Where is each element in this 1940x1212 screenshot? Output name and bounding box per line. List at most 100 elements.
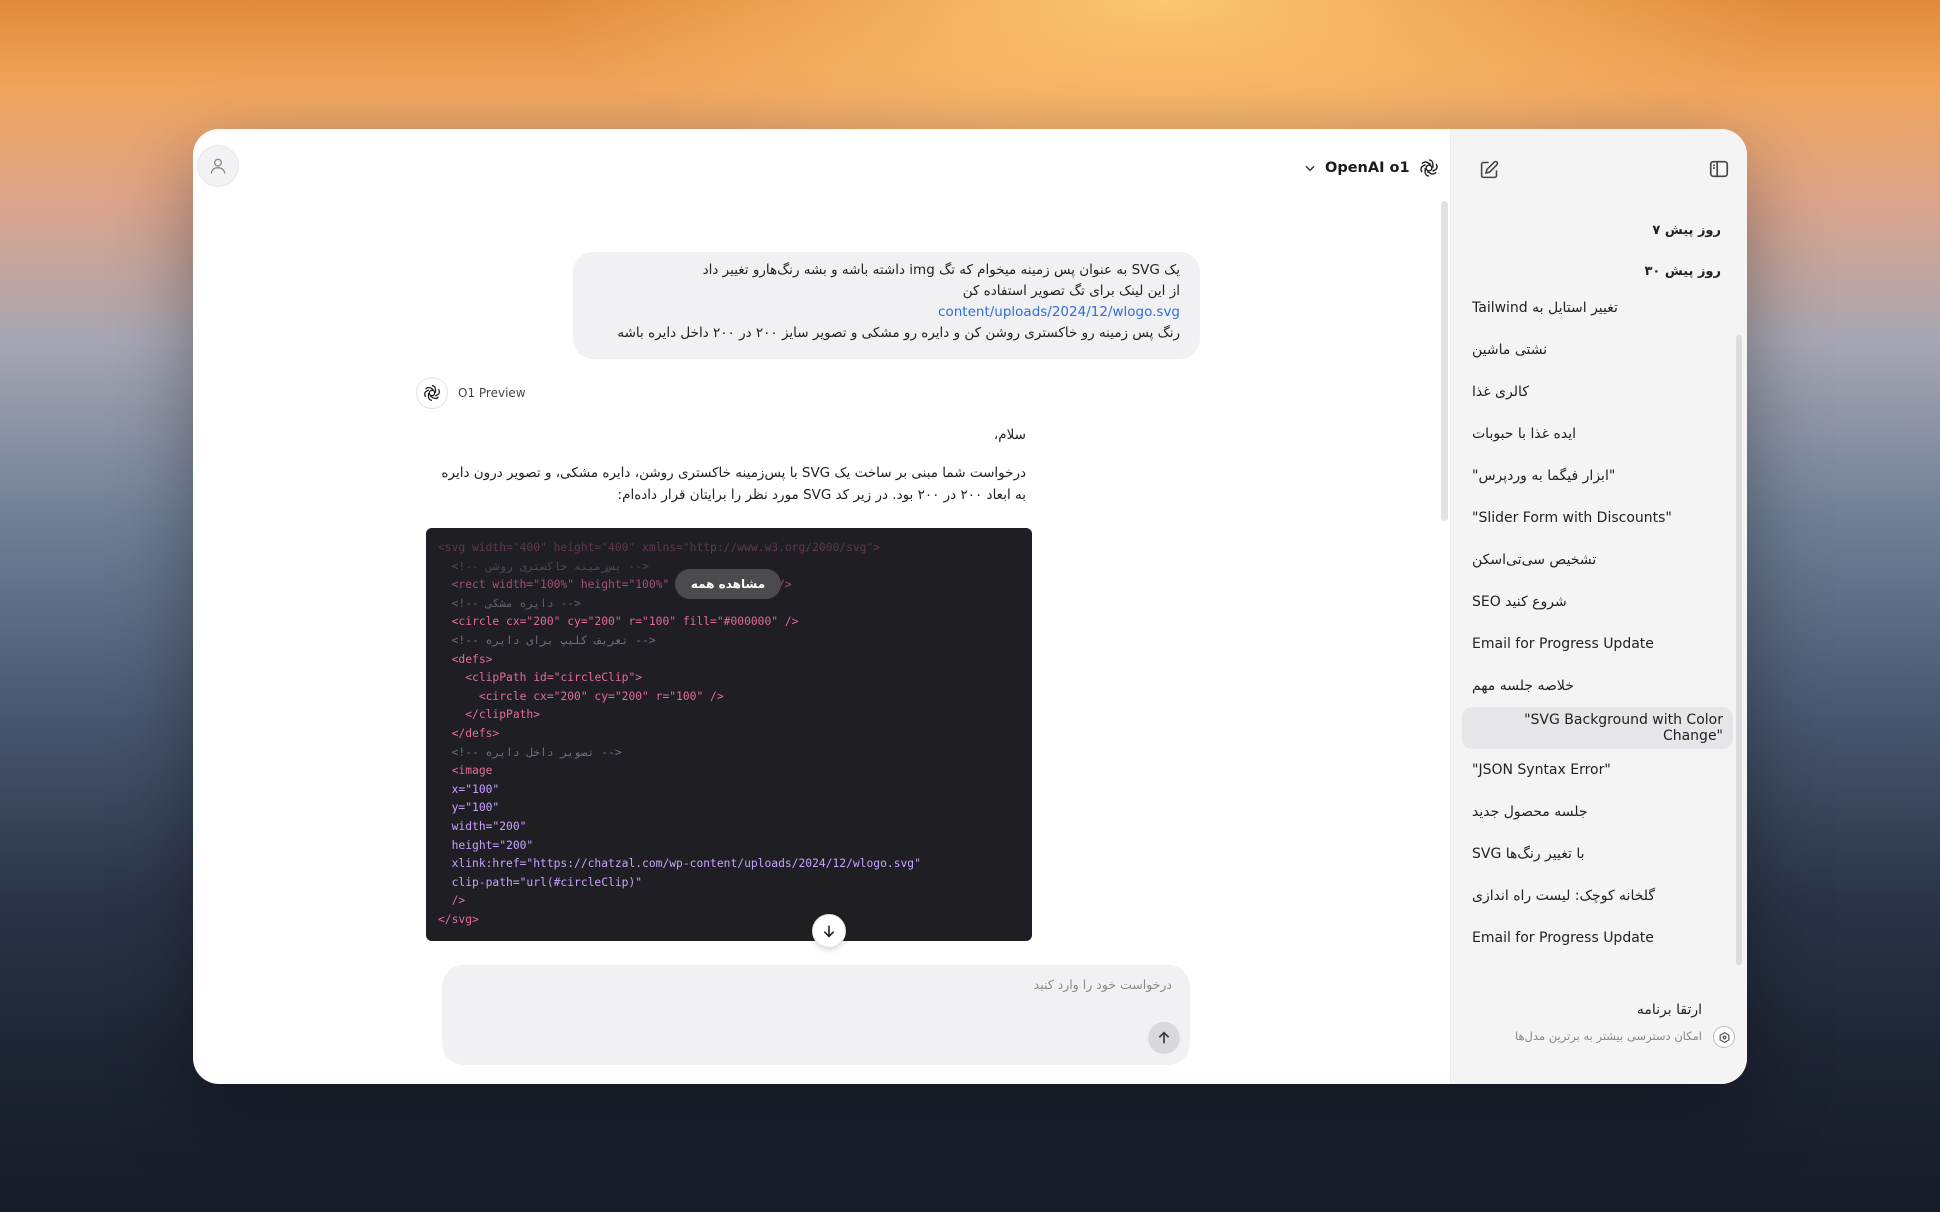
assistant-paragraph: درخواست شما مبنی بر ساخت یک SVG با پس‌زم… [441, 465, 1026, 503]
chat-history-item-label: "ابزار فیگما به وردپرس" [1472, 468, 1616, 484]
prompt-input[interactable] [472, 977, 1172, 992]
sidebar-scrollbar[interactable] [1736, 335, 1742, 965]
scroll-to-bottom-button[interactable] [812, 914, 846, 948]
code-line: height="200" [438, 837, 1020, 856]
chat-history-item-label: ایده غذا با حبوبات [1472, 426, 1576, 442]
code-token: /> [451, 894, 466, 908]
chat-history-item[interactable]: نشتی ماشین [1462, 329, 1733, 371]
chat-history-item-label: جلسه محصول جدید [1472, 804, 1588, 820]
code-line: y="100" [438, 799, 1020, 818]
chat-history-item[interactable]: تشخیص سی‌تی‌اسکن [1462, 539, 1733, 581]
chat-history-item-label: Email for Progress Update [1472, 930, 1654, 946]
chat-history-item[interactable]: جلسه محصول جدید [1462, 791, 1733, 833]
code-token: xlink:href="https://chatzal.com/wp-conte… [451, 857, 921, 871]
upgrade-icon-wrap [1713, 1026, 1735, 1048]
code-token: <clipPath id="circleClip"> [465, 671, 643, 685]
code-token: height="200" [451, 838, 534, 852]
chat-history-item[interactable]: ایده غذا با حبوبات [1462, 413, 1733, 455]
code-line: xlink:href="https://chatzal.com/wp-conte… [438, 855, 1020, 874]
code-token: <!-- تصویر داخل دایره --> [451, 745, 622, 759]
chat-history-item[interactable]: Email for Progress Update [1462, 917, 1733, 959]
code-line: <image [438, 762, 1020, 781]
chat-history-item[interactable]: Email for Progress Update [1462, 623, 1733, 665]
chat-history-item-label: "SVG Background with Color Change" [1524, 712, 1723, 744]
code-token: <image [451, 764, 493, 778]
chat-history-item[interactable]: گلخانه کوچک: لیست راه اندازی [1462, 875, 1733, 917]
code-token: width="200" [451, 819, 527, 833]
upgrade-icon [1719, 1031, 1729, 1043]
send-button[interactable] [1148, 1022, 1180, 1054]
chat-history-item-label: تغییر استایل به Tailwind [1472, 300, 1618, 316]
model-selector[interactable]: OpenAI o1 [1303, 151, 1440, 185]
section-title-7-days: ۷ روز پیش [1652, 223, 1721, 238]
code-line: clip-path="url(#circleClip)" [438, 874, 1020, 893]
section-title-30-days: ۳۰ روز پیش [1644, 264, 1721, 279]
chat-history-item-label: "Slider Form with Discounts" [1472, 510, 1672, 526]
composer [442, 965, 1190, 1065]
code-token: </clipPath> [465, 708, 541, 722]
chat-main-area: OpenAI o1 یک SVG به عنوان پس زمینه میخوا… [193, 129, 1450, 1084]
chevron-down-icon [1305, 165, 1315, 172]
sidebar-toggle-icon [1709, 160, 1729, 178]
assistant-name: O1 Preview [458, 386, 526, 400]
chat-history-item[interactable]: SVG با تغییر رنگ‌ها [1462, 833, 1733, 875]
arrow-down-icon [823, 925, 835, 938]
chat-history-item-label: Email for Progress Update [1472, 636, 1654, 652]
chat-history-item[interactable]: تغییر استایل به Tailwind [1462, 287, 1733, 329]
chat-history-item-label: کالری غذا [1472, 384, 1529, 400]
chat-history-item-label: نشتی ماشین [1472, 342, 1548, 358]
code-token: <defs> [451, 652, 493, 666]
edit-icon [1480, 160, 1498, 178]
code-token: <!-- تعریف کلیپ برای دایره --> [451, 633, 656, 647]
chat-history-item[interactable]: "ابزار فیگما به وردپرس" [1462, 455, 1733, 497]
user-message-link[interactable]: content/uploads/2024/12/wlogo.svg [938, 304, 1180, 320]
chat-history-item[interactable]: "SVG Background with Color Change" [1462, 707, 1733, 749]
chat-scrollbar[interactable] [1441, 201, 1448, 521]
code-line: x="100" [438, 781, 1020, 800]
code-line: </svg> [438, 911, 1020, 930]
chat-history-item-label: SEO شروع کنید [1472, 594, 1567, 610]
sidebar-toggle-button[interactable] [1701, 151, 1737, 187]
chat-history-item-label: تشخیص سی‌تی‌اسکن [1472, 552, 1597, 568]
code-line: width="200" [438, 818, 1020, 837]
chat-history-item-label: "JSON Syntax Error" [1472, 762, 1611, 778]
upgrade-title: ارتقا برنامه [1636, 1002, 1702, 1018]
assistant-greeting: سلام، [993, 427, 1026, 443]
upgrade-plan[interactable]: ارتقا برنامه امکان دسترسی بیشتر به برتری… [1450, 984, 1747, 1084]
code-line: <clipPath id="circleClip"> [438, 669, 1020, 688]
code-line: <defs> [438, 651, 1020, 670]
user-message-line: از این لینک برای تگ تصویر استفاده کن [962, 283, 1180, 299]
chat-history-item[interactable]: SEO شروع کنید [1462, 581, 1733, 623]
assistant-message: سلام، درخواست شما مبنی بر ساخت یک SVG با… [438, 424, 1026, 522]
assistant-header: O1 Preview [416, 377, 526, 409]
code-line: <!-- تصویر داخل دایره --> [438, 744, 1020, 763]
chat-history-item[interactable]: "JSON Syntax Error" [1462, 749, 1733, 791]
user-message-bubble: یک SVG به عنوان پس زمینه میخوام که تگ im… [573, 252, 1200, 359]
code-line: </defs> [438, 725, 1020, 744]
chat-history-item-label: گلخانه کوچک: لیست راه اندازی [1472, 888, 1656, 904]
user-avatar-button[interactable] [197, 145, 239, 187]
chat-history-item[interactable]: خلاصه جلسه مهم [1462, 665, 1733, 707]
show-all-button[interactable]: مشاهده همه [675, 569, 781, 599]
code-token: x="100" [451, 782, 500, 796]
code-line: /> [438, 892, 1020, 911]
chat-history-item[interactable]: کالری غذا [1462, 371, 1733, 413]
new-chat-button[interactable] [1471, 151, 1507, 187]
openai-logo-icon [1419, 159, 1438, 177]
code-line: <!-- تعریف کلیپ برای دایره --> [438, 632, 1020, 651]
code-line: <circle cx="200" cy="200" r="100" /> [438, 688, 1020, 707]
openai-logo-icon [424, 385, 440, 401]
chat-history-item[interactable]: "Slider Form with Discounts" [1462, 497, 1733, 539]
